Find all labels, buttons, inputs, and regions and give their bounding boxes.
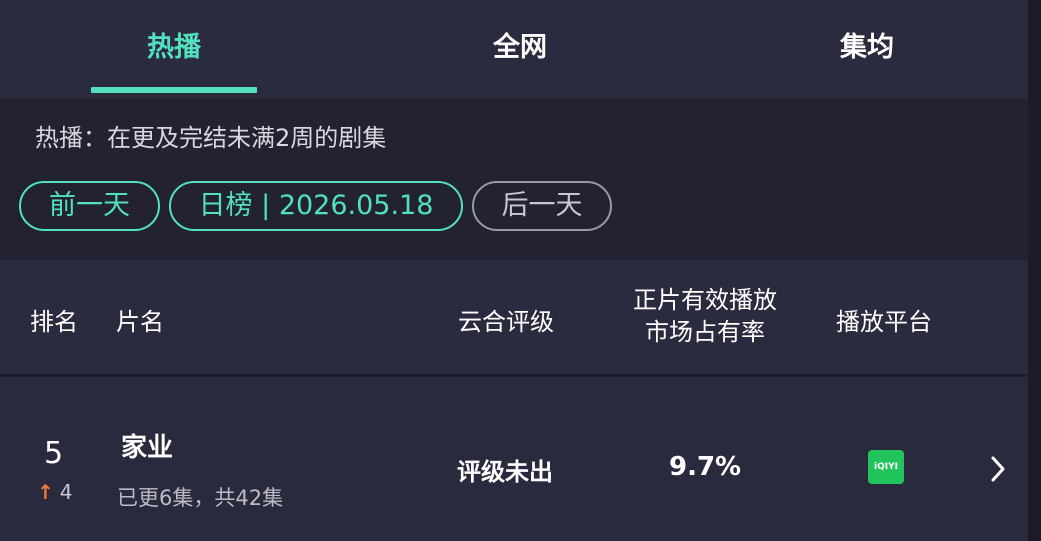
rating-value: 评级未出: [457, 458, 553, 486]
rank-change-value: 4: [59, 480, 73, 504]
header-title: 片名: [116, 308, 164, 336]
header-rank: 排名: [30, 308, 78, 336]
header-market-share-line2: 市场占有率: [645, 318, 765, 346]
active-tab-indicator: [91, 87, 257, 93]
date-selector[interactable]: 日榜 | 2026.05.18: [169, 181, 463, 231]
tab-hot[interactable]: 热播: [84, 0, 264, 98]
iqiyi-logo-icon: iQIYI: [868, 450, 904, 484]
header-platform: 播放平台: [836, 308, 932, 336]
tab-all-network[interactable]: 全网: [430, 0, 610, 98]
episode-status: 已更6集，共42集: [117, 486, 284, 510]
tab-per-episode[interactable]: 集均: [777, 0, 957, 98]
list-description: 热播：在更及完结未满2周的剧集: [35, 124, 387, 152]
header-market-share: 正片有效播放 市场占有率: [625, 284, 785, 348]
rank-number: 5: [44, 436, 64, 471]
arrow-up-icon: ↑: [37, 480, 54, 504]
tab-bar: 热播 全网 集均: [0, 0, 1041, 98]
header-rating: 云合评级: [458, 308, 554, 336]
prev-day-button[interactable]: 前一天: [19, 181, 160, 231]
chevron-right-icon[interactable]: [987, 452, 1009, 486]
header-market-share-line1: 正片有效播放: [633, 286, 777, 314]
rank-change: ↑ 4: [37, 480, 73, 504]
market-share-value: 9.7%: [669, 452, 742, 482]
next-day-button[interactable]: 后一天: [472, 181, 612, 231]
scrollbar[interactable]: [1028, 0, 1041, 541]
show-title[interactable]: 家业: [121, 427, 173, 464]
table-header: 排名 片名 云合评级 正片有效播放 市场占有率 播放平台: [0, 260, 1041, 374]
